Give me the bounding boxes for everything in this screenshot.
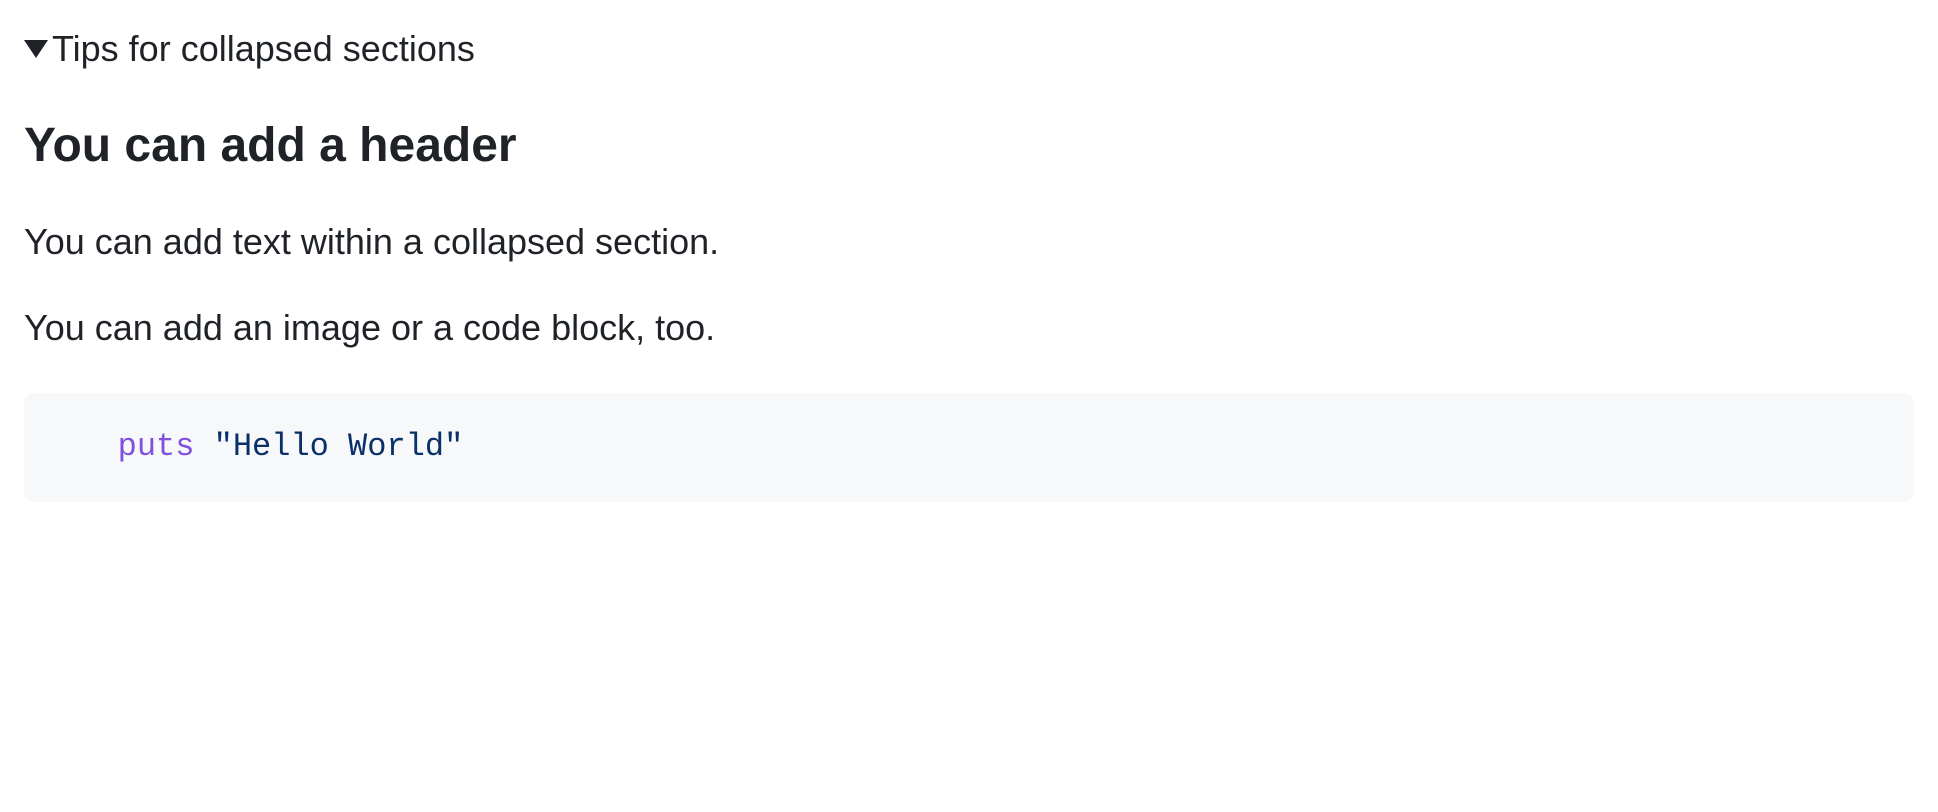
summary-label: Tips for collapsed sections xyxy=(52,28,475,70)
paragraph-text-1: You can add text within a collapsed sect… xyxy=(24,221,1914,263)
code-block: puts "Hello World" xyxy=(24,393,1914,502)
collapsible-summary[interactable]: Tips for collapsed sections xyxy=(24,28,1914,70)
code-string: "Hello World" xyxy=(214,428,464,465)
code-keyword: puts xyxy=(118,428,195,465)
triangle-down-icon xyxy=(24,40,48,58)
paragraph-text-2: You can add an image or a code block, to… xyxy=(24,307,1914,349)
section-heading: You can add a header xyxy=(24,118,1914,173)
